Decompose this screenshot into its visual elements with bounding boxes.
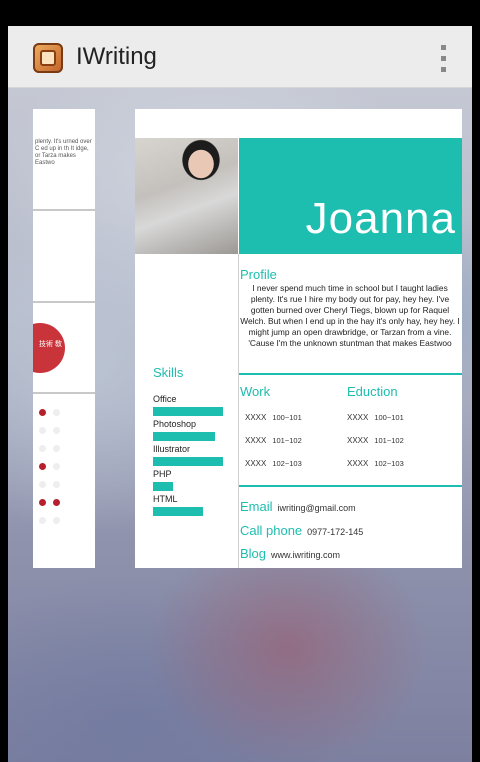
- skill-label: Office: [153, 394, 177, 404]
- education-entry-name: XXXX: [347, 459, 369, 468]
- work-entry-range: 100~101: [272, 413, 302, 422]
- phone-value: 0977-172-145: [307, 527, 364, 537]
- email-row: Email iwriting@gmail.com: [240, 499, 356, 514]
- blog-value: www.iwriting.com: [271, 550, 341, 560]
- education-entry: XXXX 100~101: [347, 413, 404, 422]
- column-divider: [238, 254, 239, 568]
- skill-level-bar: [153, 482, 173, 491]
- education-entry-range: 101~102: [374, 436, 404, 445]
- skill-level-bar: [153, 432, 215, 441]
- education-entry: XXXX 101~102: [347, 436, 404, 445]
- card-badge: 技術 敎: [33, 323, 65, 373]
- section-divider: [239, 373, 462, 375]
- section-divider: [239, 485, 462, 487]
- phone-row: Call phone 0977-172-145: [240, 523, 363, 538]
- resume-name: Joanna: [305, 194, 456, 243]
- divider: [33, 209, 95, 211]
- education-entry-range: 102~103: [374, 459, 404, 468]
- overflow-menu-icon[interactable]: [436, 42, 450, 76]
- profile-photo: [135, 138, 238, 254]
- email-label: Email: [240, 499, 273, 514]
- work-entry-name: XXXX: [245, 436, 267, 445]
- name-banner: Joanna: [239, 138, 462, 254]
- email-value: iwriting@gmail.com: [277, 503, 356, 513]
- divider: [33, 301, 95, 303]
- phone-label: Call phone: [240, 523, 303, 538]
- work-entry: XXXX 101~102: [245, 436, 302, 445]
- education-heading: Eduction: [347, 384, 398, 399]
- work-heading: Work: [240, 384, 271, 399]
- divider: [33, 392, 95, 394]
- status-bar: [8, 8, 472, 26]
- work-entry: XXXX 102~103: [245, 459, 302, 468]
- skill-label: Photoshop: [153, 419, 197, 429]
- profile-text: I never spend much time in school but I …: [240, 283, 460, 348]
- education-entry-name: XXXX: [347, 436, 369, 445]
- work-entry-range: 102~103: [272, 459, 302, 468]
- resume-template-card[interactable]: Joanna Profile I never spend much time i…: [135, 109, 462, 568]
- skill-level-bar: [153, 507, 203, 516]
- education-entry: XXXX 102~103: [347, 459, 404, 468]
- app-screen: IWriting plenty. It's urned over C ed up…: [0, 0, 480, 762]
- blog-row: Blog www.iwriting.com: [240, 546, 340, 561]
- work-entry: XXXX 100~101: [245, 413, 302, 422]
- skills-heading: Skills: [153, 365, 184, 380]
- profile-heading: Profile: [240, 267, 277, 282]
- action-bar: IWriting: [8, 26, 472, 88]
- skill-label: PHP: [153, 469, 172, 479]
- card-snippet-text: plenty. It's urned over C ed up in th It…: [35, 139, 92, 166]
- skill-label: HTML: [153, 494, 178, 504]
- skill-level-bar: [153, 407, 223, 416]
- previous-template-card[interactable]: plenty. It's urned over C ed up in th It…: [33, 109, 95, 568]
- work-entry-name: XXXX: [245, 459, 267, 468]
- work-entry-range: 101~102: [272, 436, 302, 445]
- rating-dots: [39, 409, 60, 535]
- app-title: IWriting: [76, 43, 157, 70]
- education-entry-range: 100~101: [374, 413, 404, 422]
- education-entry-name: XXXX: [347, 413, 369, 422]
- work-entry-name: XXXX: [245, 413, 267, 422]
- skill-label: Illustrator: [153, 444, 191, 454]
- skill-level-bar: [153, 457, 223, 466]
- app-icon[interactable]: [33, 43, 63, 73]
- blog-label: Blog: [240, 546, 267, 561]
